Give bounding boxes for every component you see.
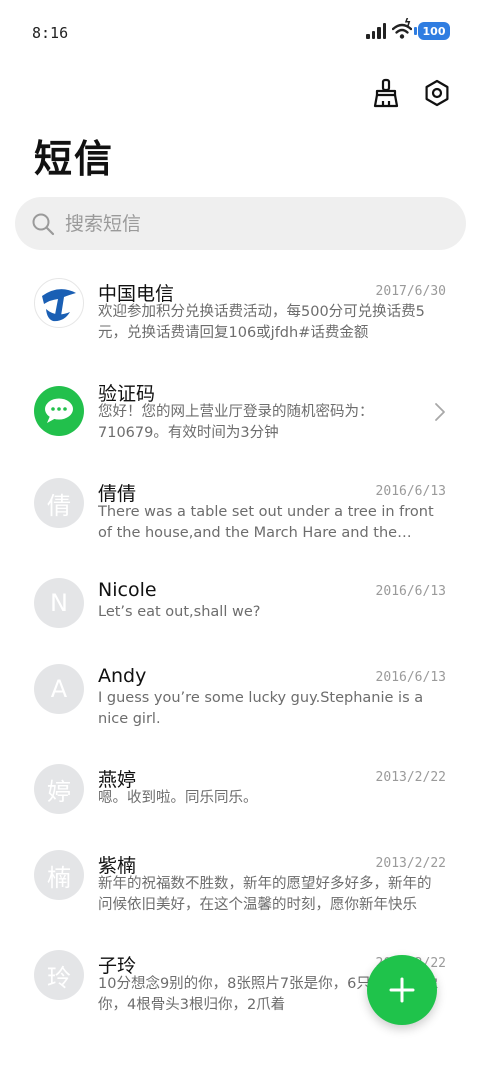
conversation-preview: 欢迎参加积分兑换话费活动，每500分可兑换话费5元，兑换话费请回复106或jfd… [98, 304, 425, 341]
conversation-item[interactable]: 验证码 您好！您的网上营业厅登录的随机密码为：710679。有效时间为3分钟 [0, 368, 480, 460]
status-time: 8:16 [32, 24, 69, 42]
search-input[interactable] [65, 212, 435, 235]
conversation-item[interactable]: 婷 燕婷 2013/2/22 嗯。收到啦。同乐同乐。 [0, 754, 480, 834]
chat-bubble-icon [34, 386, 84, 436]
conversation-name: Nicole [98, 579, 157, 601]
plus-icon [389, 977, 415, 1003]
status-icons: ϟ 100 [366, 16, 450, 40]
avatar: 倩 [34, 478, 84, 528]
conversation-name: Andy [98, 665, 147, 687]
conversation-item[interactable]: 倩 倩倩 2016/6/13 There was a table set out… [0, 468, 480, 560]
conversation-date: 2016/6/13 [375, 584, 446, 599]
broom-icon [373, 78, 399, 108]
search-icon [32, 213, 55, 235]
clean-button[interactable] [368, 76, 402, 110]
conversation-preview: 新年的祝福数不胜数，新年的愿望好多好多，新年的问候依旧美好，在这个温馨的时刻，愿… [98, 876, 432, 913]
conversation-date: 2016/6/13 [375, 670, 446, 685]
conversation-preview: 嗯。收到啦。同乐同乐。 [98, 790, 258, 806]
battery-level: 100 [422, 24, 446, 38]
compose-button[interactable] [367, 955, 437, 1025]
conversation-date: 2013/2/22 [375, 770, 446, 785]
conversation-item[interactable]: 中国电信 2017/6/30 欢迎参加积分兑换话费活动，每500分可兑换话费5元… [0, 268, 480, 360]
chevron-right-icon [435, 403, 445, 421]
signal-icon [366, 23, 386, 39]
status-bar: 8:16 ϟ 100 [0, 0, 480, 64]
conversation-preview: 您好！您的网上营业厅登录的随机密码为：710679。有效时间为3分钟 [98, 404, 374, 441]
avatar: A [34, 664, 84, 714]
page-title: 短信 [34, 137, 115, 181]
telecom-logo-icon [34, 278, 84, 328]
conversation-item[interactable]: N Nicole 2016/6/13 Let’s eat out,shall w… [0, 568, 480, 648]
battery-icon: ϟ 100 [404, 16, 450, 40]
conversation-preview: There was a table set out under a tree i… [98, 504, 434, 541]
charging-icon: ϟ [404, 16, 412, 29]
avatar: 玲 [34, 950, 84, 1000]
conversation-preview: I guess you’re some lucky guy.Stephanie … [98, 690, 424, 727]
avatar: 楠 [34, 850, 84, 900]
avatar: 婷 [34, 764, 84, 814]
top-actions [368, 76, 454, 110]
conversation-preview: Let’s eat out,shall we? [98, 604, 261, 620]
conversation-date: 2017/6/30 [375, 284, 446, 299]
conversation-item[interactable]: 楠 紫楠 2013/2/22 新年的祝福数不胜数，新年的愿望好多好多，新年的问候… [0, 840, 480, 932]
conversation-item[interactable]: A Andy 2016/6/13 I guess you’re some luc… [0, 654, 480, 746]
conversation-date: 2013/2/22 [375, 856, 446, 871]
settings-icon [425, 79, 449, 107]
conversation-date: 2016/6/13 [375, 484, 446, 499]
search-bar[interactable] [15, 197, 466, 250]
settings-button[interactable] [420, 76, 454, 110]
avatar: N [34, 578, 84, 628]
